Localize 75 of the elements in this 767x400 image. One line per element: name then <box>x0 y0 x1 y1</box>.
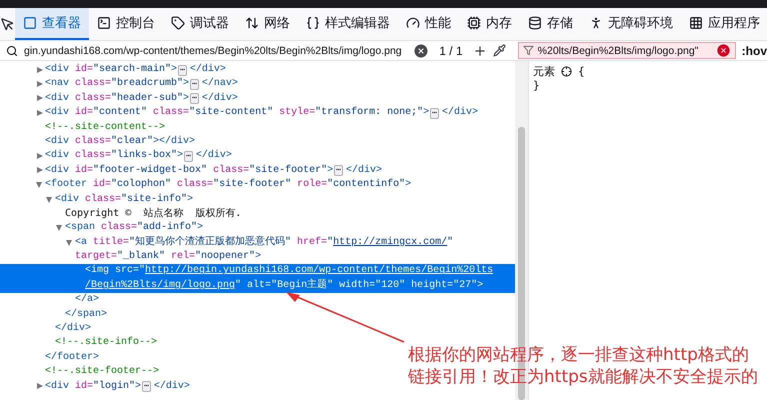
markup-line[interactable]: target="_blank" rel="noopener"> <box>0 250 262 264</box>
devtools-tab[interactable]: 内存 <box>459 8 520 40</box>
markup-line: </footer> <box>44 350 100 365</box>
terminal-icon <box>97 16 111 30</box>
markup-line[interactable]: <div class="clear"></div> <box>0 134 196 150</box>
collapsed-arrow-icon[interactable] <box>37 80 43 87</box>
gauge-icon <box>406 16 420 30</box>
devtools-tab[interactable]: 性能 <box>398 8 459 40</box>
search-field[interactable]: gin.yundashi168.com/wp-content/themes/Begin%20lts/Begin%2Blts/img/logo.png <box>24 44 408 56</box>
grid-icon <box>689 16 703 30</box>
markup-line: </span> <box>64 308 108 322</box>
database-icon <box>528 16 542 30</box>
collapsed-arrow-icon[interactable] <box>37 95 43 102</box>
collapsed-content-badge[interactable]: ⋯ <box>190 79 199 90</box>
devtools-tab[interactable]: 样式编辑器 <box>298 8 398 40</box>
match-count: 1 / 1 <box>438 44 464 58</box>
rule-brace: } <box>533 78 540 92</box>
markup-line: </a> <box>74 293 100 308</box>
devtools-tab[interactable]: 查看器 <box>15 8 89 40</box>
collapsed-arrow-icon[interactable] <box>37 152 43 159</box>
collapsed-content-badge[interactable]: ⋯ <box>430 108 439 119</box>
expanded-arrow-icon[interactable] <box>66 240 72 246</box>
markup-line[interactable]: Copyright © 站点名称 版权所有. <box>0 206 242 222</box>
markup-line[interactable]: <span class="add-info"> <box>0 221 204 236</box>
pseudo-class-toggle[interactable]: :hov <box>742 44 767 58</box>
crosshair-icon[interactable] <box>561 66 572 76</box>
search-icon <box>6 44 18 56</box>
collapsed-arrow-icon[interactable] <box>37 167 43 174</box>
markup-line[interactable]: <nav class="breadcrumb"> ⋯ </nav> <box>0 77 238 92</box>
arrows-icon <box>245 16 259 30</box>
rule-selector: 元素 <box>533 64 555 78</box>
devtools-tab[interactable]: 网络 <box>237 8 298 40</box>
filter-icon <box>522 45 534 56</box>
filter-styles-field[interactable]: %20lts/Begin%2Blts/img/logo.png" <box>518 42 736 59</box>
collapsed-content-badge[interactable]: ⋯ <box>178 64 187 76</box>
collapsed-arrow-icon[interactable] <box>37 66 43 72</box>
braces-icon <box>306 16 320 30</box>
devtools-tab[interactable]: 控制台 <box>89 8 163 40</box>
collapsed-content-badge[interactable]: ⋯ <box>334 165 343 176</box>
markup-line: </div> <box>54 322 92 336</box>
cursor-icon <box>0 16 15 32</box>
expanded-arrow-icon[interactable] <box>56 225 62 232</box>
markup-line[interactable]: <div class="site-info"> <box>0 192 194 207</box>
expanded-arrow-icon[interactable] <box>36 182 42 188</box>
expanded-arrow-icon[interactable] <box>46 196 52 203</box>
eyedropper-button[interactable] <box>492 44 506 57</box>
square-icon <box>23 16 37 30</box>
devtools-tab[interactable]: 存储 <box>520 8 581 40</box>
markup-line[interactable]: <div class="header-sub"> ⋯ </div> <box>0 92 238 106</box>
collapsed-arrow-icon[interactable] <box>37 110 43 116</box>
markup-line[interactable]: <div id="login"> ⋯ </div> <box>0 380 190 394</box>
devtools-tab[interactable]: 无障碍环境 <box>581 8 681 40</box>
markup-line[interactable]: <!--.site-info--> <box>0 336 158 351</box>
markup-line[interactable]: <div id="footer-widget-box" class="site-footer"> ⋯ </div> <box>0 164 382 178</box>
markup-line[interactable]: <a title="知更鸟你个渣渣正版都加恶意代码" href="http://zmingcx.com/" <box>0 236 454 250</box>
person-icon <box>589 16 603 30</box>
collapsed-content-badge[interactable]: ⋯ <box>190 93 199 104</box>
devtools-tab[interactable]: 应用程序 <box>681 8 767 40</box>
markup-line[interactable]: <footer id="colophon" class="site-footer" role="contentinfo"> <box>0 178 412 193</box>
rule-brace: { <box>578 64 585 78</box>
markup-line[interactable]: <div id="search-main"> ⋯ </div> <box>0 63 226 78</box>
tag-icon <box>171 16 185 30</box>
collapsed-content-badge[interactable]: ⋯ <box>184 151 193 162</box>
collapsed-arrow-icon[interactable] <box>37 383 43 390</box>
markup-line[interactable]: <!--.site-content--> <box>0 120 166 135</box>
markup-line[interactable]: <div id="content" class="site-content" style="transform: none;"> ⋯ </div> <box>0 106 478 121</box>
markup-line[interactable]: <div class="links-box"> ⋯ </div> <box>0 149 232 164</box>
clear-search-button[interactable] <box>413 42 430 58</box>
annotation-text: 根据你的网站程序，逐一排查这种http格式的 链接引用！改正为https就能解决不安全提示的 <box>408 344 758 388</box>
add-node-button[interactable] <box>472 44 487 58</box>
collapsed-content-badge[interactable]: ⋯ <box>142 381 151 392</box>
markup-line[interactable]: <!--.site-footer--> <box>0 365 160 380</box>
clear-filter-icon <box>716 43 731 58</box>
chip-icon <box>467 16 481 30</box>
devtools-tab[interactable]: 调试器 <box>163 8 237 40</box>
